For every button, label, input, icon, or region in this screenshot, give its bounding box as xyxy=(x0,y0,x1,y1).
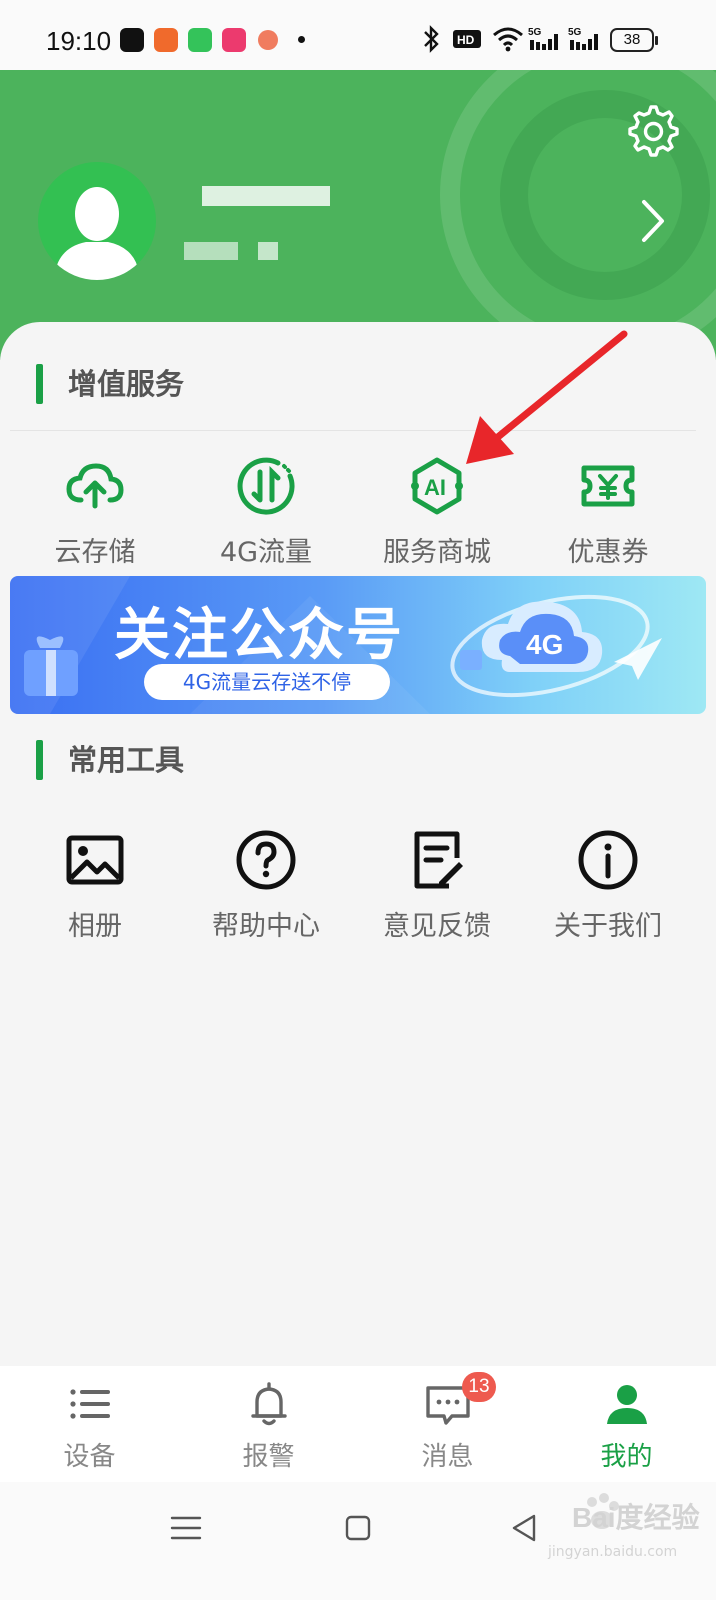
wifi-icon xyxy=(493,27,523,52)
watermark: Bai度经验 jingyan.baidu.com xyxy=(540,1492,710,1592)
tab-mine[interactable]: 我的 xyxy=(537,1366,716,1482)
battery-indicator: 38 xyxy=(610,28,658,52)
status-bar: 19:10 HD 5G 5G 38 xyxy=(0,0,716,70)
section-title-value-services: 增值服务 xyxy=(36,362,184,406)
signal-2-icon: 5G xyxy=(568,27,598,50)
tab-bar: 设备 报警 13 消息 我的 xyxy=(0,1366,716,1482)
home-icon[interactable] xyxy=(340,1510,376,1546)
username-blurred xyxy=(202,186,330,206)
tool-label: 意见反馈 xyxy=(383,911,491,942)
album-icon xyxy=(66,835,124,885)
watermark-sub: jingyan.baidu.com xyxy=(548,1544,678,1560)
gear-icon[interactable] xyxy=(626,104,680,158)
signal-1-icon: 5G xyxy=(528,27,558,50)
menu-icon[interactable] xyxy=(168,1510,204,1546)
device-list-icon xyxy=(69,1389,110,1419)
service-label: 优惠券 xyxy=(567,537,649,568)
tab-label: 报警 xyxy=(242,1442,295,1472)
divider xyxy=(10,430,696,431)
data-traffic-icon xyxy=(237,457,295,515)
service-mall[interactable]: AI 服务商城 xyxy=(352,454,522,574)
small-gift-icon xyxy=(460,650,482,670)
tool-about-us[interactable]: 关于我们 xyxy=(523,828,693,948)
promo-banner[interactable]: 4G 关注公众号 4G流量云存送不停 xyxy=(10,576,706,714)
bell-icon xyxy=(250,1382,287,1426)
bluetooth-icon xyxy=(424,25,439,53)
status-time: 19:10 xyxy=(46,26,112,56)
tab-alarm[interactable]: 报警 xyxy=(179,1366,358,1482)
cloud-upload-icon xyxy=(66,463,124,509)
app-colorful-icon xyxy=(258,30,278,50)
network-1-label: 5G xyxy=(528,27,542,38)
hd-label: HD xyxy=(457,33,475,47)
banner-4g-badge: 4G xyxy=(526,629,563,660)
service-label: 4G流量 xyxy=(219,537,313,568)
tiktok-icon xyxy=(120,28,144,52)
section-title-tools: 常用工具 xyxy=(36,738,184,782)
app-orange-icon xyxy=(154,28,178,52)
info-icon xyxy=(578,830,638,890)
paper-plane-icon xyxy=(614,638,662,680)
network-2-label: 5G xyxy=(568,27,582,38)
feedback-icon xyxy=(414,831,463,889)
service-coupon[interactable]: 优惠券 xyxy=(523,454,693,574)
app-green-icon xyxy=(188,28,212,52)
watermark-text: Bai度经验 xyxy=(572,1502,700,1533)
tab-messages[interactable]: 13 消息 xyxy=(358,1366,537,1482)
service-cloud-storage[interactable]: 云存储 xyxy=(10,454,180,574)
ai-mall-icon: AI xyxy=(411,457,463,515)
content-card: 增值服务 云存储 4G流量 AI 服务商城 优惠券 4G 关注公众号 4G流量云… xyxy=(0,322,716,1366)
banner-subtitle: 4G流量云存送不停 xyxy=(144,664,390,700)
svg-text:AI: AI xyxy=(424,475,446,500)
user-id-blurred xyxy=(184,242,238,260)
tab-label: 消息 xyxy=(421,1442,474,1472)
service-4g-traffic[interactable]: 4G流量 xyxy=(181,454,351,574)
tool-label: 帮助中心 xyxy=(212,911,320,942)
tool-help-center[interactable]: 帮助中心 xyxy=(181,828,351,948)
user-icon xyxy=(606,1385,647,1424)
tab-devices[interactable]: 设备 xyxy=(0,1366,179,1482)
message-count-badge: 13 xyxy=(462,1372,496,1402)
service-label: 云存储 xyxy=(54,537,136,568)
service-label: 服务商城 xyxy=(383,537,491,568)
default-avatar-icon xyxy=(54,187,140,280)
system-nav-bar: Bai度经验 jingyan.baidu.com xyxy=(0,1482,716,1600)
tab-label: 我的 xyxy=(600,1442,653,1472)
tab-label: 设备 xyxy=(63,1442,116,1472)
hd-icon: HD xyxy=(453,30,481,48)
tool-album[interactable]: 相册 xyxy=(10,828,180,948)
coupon-icon xyxy=(581,465,635,507)
video-app-icon xyxy=(222,28,246,52)
tool-label: 相册 xyxy=(68,911,122,942)
back-icon[interactable] xyxy=(506,1510,542,1546)
more-notifications-icon xyxy=(298,36,305,43)
tool-label: 关于我们 xyxy=(554,911,662,942)
profile-header[interactable] xyxy=(0,70,716,360)
tool-feedback[interactable]: 意见反馈 xyxy=(352,828,522,948)
help-icon xyxy=(236,830,296,890)
banner-title: 关注公众号 xyxy=(114,603,404,668)
chevron-right-icon[interactable] xyxy=(636,196,672,246)
user-id-blurred-2 xyxy=(258,242,278,260)
avatar[interactable] xyxy=(38,162,156,280)
